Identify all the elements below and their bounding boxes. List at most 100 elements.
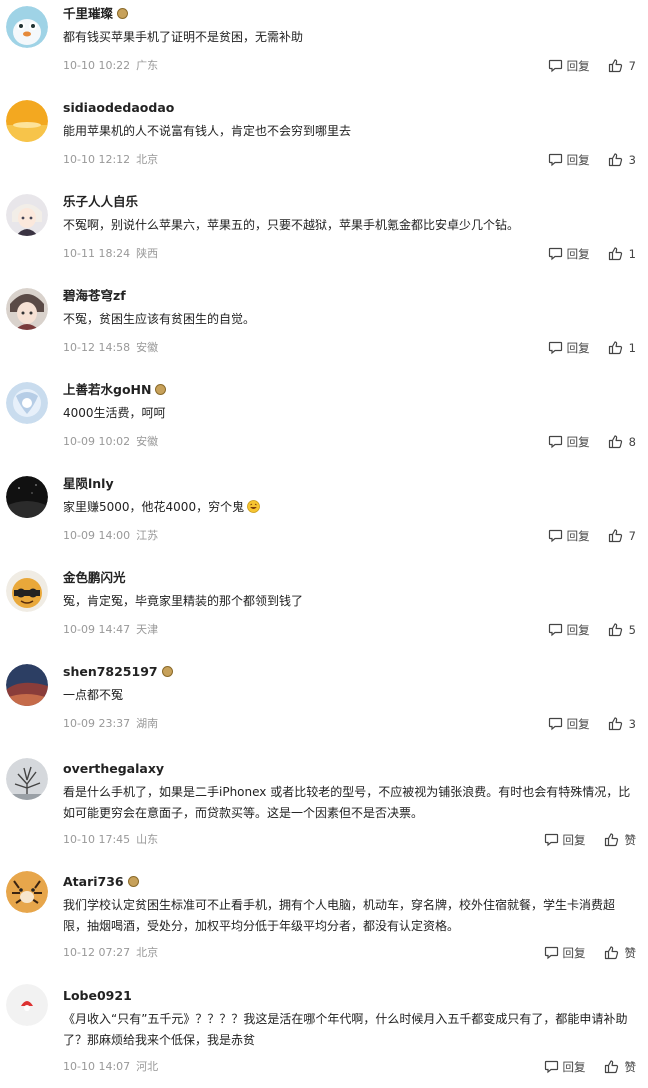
reply-label: 回复 [566, 58, 590, 73]
comment-location: 陕西 [136, 247, 159, 260]
reply-button[interactable]: 回复 [548, 246, 590, 261]
username[interactable]: 星陨lnly [63, 476, 114, 492]
comment-time: 10-12 07:27 [63, 946, 131, 959]
username[interactable]: 乐子人人自乐 [63, 194, 138, 210]
reply-button[interactable]: 回复 [548, 528, 590, 543]
comment-text: 看是什么手机了，如果是二手iPhonex 或者比较老的型号，不应被视为铺张浪费。… [63, 785, 631, 820]
comment-meta: 10-10 12:12 北京 [63, 153, 158, 167]
comment-actions: 回复 8 [548, 434, 636, 449]
avatar[interactable] [6, 382, 48, 424]
comment-item: 星陨lnly 家里赚5000，他花4000，穷个鬼 10-09 14:00 江苏 … [0, 470, 648, 564]
like-count: 5 [628, 622, 636, 637]
comment-meta: 10-10 14:07 河北 [63, 1060, 158, 1074]
like-button[interactable]: 赞 [604, 832, 636, 847]
avatar[interactable] [6, 871, 48, 913]
avatar[interactable] [6, 984, 48, 1026]
avatar[interactable] [6, 758, 48, 800]
comment-meta: 10-11 18:24 陕西 [63, 247, 158, 261]
comment-actions: 回复 7 [548, 528, 636, 543]
comment-location: 北京 [136, 153, 159, 166]
thumbs-up-icon [608, 528, 629, 543]
username[interactable]: 金色鹏闪光 [63, 570, 126, 586]
comment-actions: 回复 7 [548, 58, 636, 73]
comment-icon [548, 246, 567, 261]
like-button[interactable]: 8 [608, 434, 636, 449]
comment-time: 10-10 14:07 [63, 1060, 131, 1073]
comment-item: 乐子人人自乐 不冤啊，别说什么苹果六，苹果五的，只要不越狱，苹果手机氪金都比安卓… [0, 188, 648, 282]
username[interactable]: Lobe0921 [63, 988, 132, 1004]
comment-time: 10-11 18:24 [63, 247, 131, 260]
comment-actions: 回复 1 [548, 340, 636, 355]
avatar[interactable] [6, 288, 48, 330]
comment-icon [544, 832, 563, 847]
comment-icon [548, 716, 567, 731]
thumbs-up-icon [608, 434, 629, 449]
username[interactable]: shen7825197 [63, 664, 173, 680]
comment-actions: 回复 3 [548, 716, 636, 731]
comment-text: 不冤啊，别说什么苹果六，苹果五的，只要不越狱，苹果手机氪金都比安卓少几个钻。 [63, 218, 520, 232]
avatar[interactable] [6, 570, 48, 612]
comment-time: 10-09 14:47 [63, 623, 131, 636]
comment-time: 10-10 10:22 [63, 59, 131, 72]
comment-location: 湖南 [136, 717, 159, 730]
like-button[interactable]: 5 [608, 622, 636, 637]
comment-location: 山东 [136, 833, 159, 846]
like-button[interactable]: 7 [608, 58, 636, 73]
like-button[interactable]: 赞 [604, 945, 636, 960]
reply-button[interactable]: 回复 [548, 716, 590, 731]
avatar[interactable] [6, 194, 48, 236]
reply-button[interactable]: 回复 [548, 340, 590, 355]
comment-text: 都有钱买苹果手机了证明不是贫困，无需补助 [63, 30, 304, 44]
reply-button[interactable]: 回复 [548, 152, 590, 167]
comment-time: 10-10 12:12 [63, 153, 131, 166]
like-count: 1 [628, 340, 636, 355]
thumbs-up-icon [604, 832, 625, 847]
thumbs-up-icon [604, 945, 625, 960]
like-button[interactable]: 3 [608, 152, 636, 167]
username[interactable]: 千里璀璨 [63, 6, 129, 22]
avatar[interactable] [6, 476, 48, 518]
username[interactable]: sidiaodedaodao [63, 100, 174, 116]
comment-icon [544, 945, 563, 960]
reply-button[interactable]: 回复 [544, 945, 586, 960]
like-button[interactable]: 赞 [604, 1059, 637, 1074]
comment-meta: 10-12 14:58 安徽 [63, 341, 158, 355]
comment-time: 10-09 14:00 [63, 529, 131, 542]
reply-label: 回复 [566, 716, 590, 731]
reply-button[interactable]: 回复 [548, 58, 590, 73]
like-label: 赞 [624, 1059, 637, 1074]
badge-icon [161, 666, 173, 677]
avatar[interactable] [6, 6, 48, 48]
comment-meta: 10-12 07:27 北京 [63, 946, 158, 960]
like-button[interactable]: 1 [608, 246, 636, 261]
thumbs-up-icon [608, 716, 629, 731]
comment-icon [548, 152, 567, 167]
like-button[interactable]: 3 [608, 716, 636, 731]
reply-label: 回复 [562, 945, 586, 960]
like-count: 3 [628, 152, 636, 167]
username[interactable]: 碧海苍穹zf [63, 288, 126, 304]
like-button[interactable]: 1 [608, 340, 636, 355]
badge-icon [117, 8, 129, 19]
comment-text: 《月收入“只有”五千元》？？？？我这是活在哪个年代啊，什么时候月入五千都变成只有… [63, 1012, 628, 1047]
reply-label: 回复 [566, 434, 590, 449]
comment-meta: 10-09 14:47 天津 [63, 623, 158, 637]
reply-button[interactable]: 回复 [544, 832, 586, 847]
reply-button[interactable]: 回复 [548, 622, 590, 637]
thumbs-up-icon [604, 1059, 625, 1074]
comment-text: 不冤，贫困生应该有贫困生的自觉。 [63, 312, 256, 326]
username[interactable]: overthegalaxy [63, 761, 164, 777]
comment-icon [544, 1059, 563, 1074]
comment-icon [548, 434, 567, 449]
thumbs-up-icon [608, 246, 629, 261]
username[interactable]: Atari736 [63, 874, 139, 890]
comment-item: Lobe0921 《月收入“只有”五千元》？？？？我这是活在哪个年代啊，什么时候… [0, 978, 648, 1088]
like-button[interactable]: 7 [608, 528, 636, 543]
username[interactable]: 上善若水goHN [63, 382, 167, 398]
avatar[interactable] [6, 664, 48, 706]
comment-meta: 10-10 10:22 广东 [63, 59, 158, 73]
reply-button[interactable]: 回复 [548, 434, 590, 449]
avatar[interactable] [6, 100, 48, 142]
reply-button[interactable]: 回复 [544, 1059, 586, 1074]
comment-location: 河北 [136, 1060, 159, 1073]
